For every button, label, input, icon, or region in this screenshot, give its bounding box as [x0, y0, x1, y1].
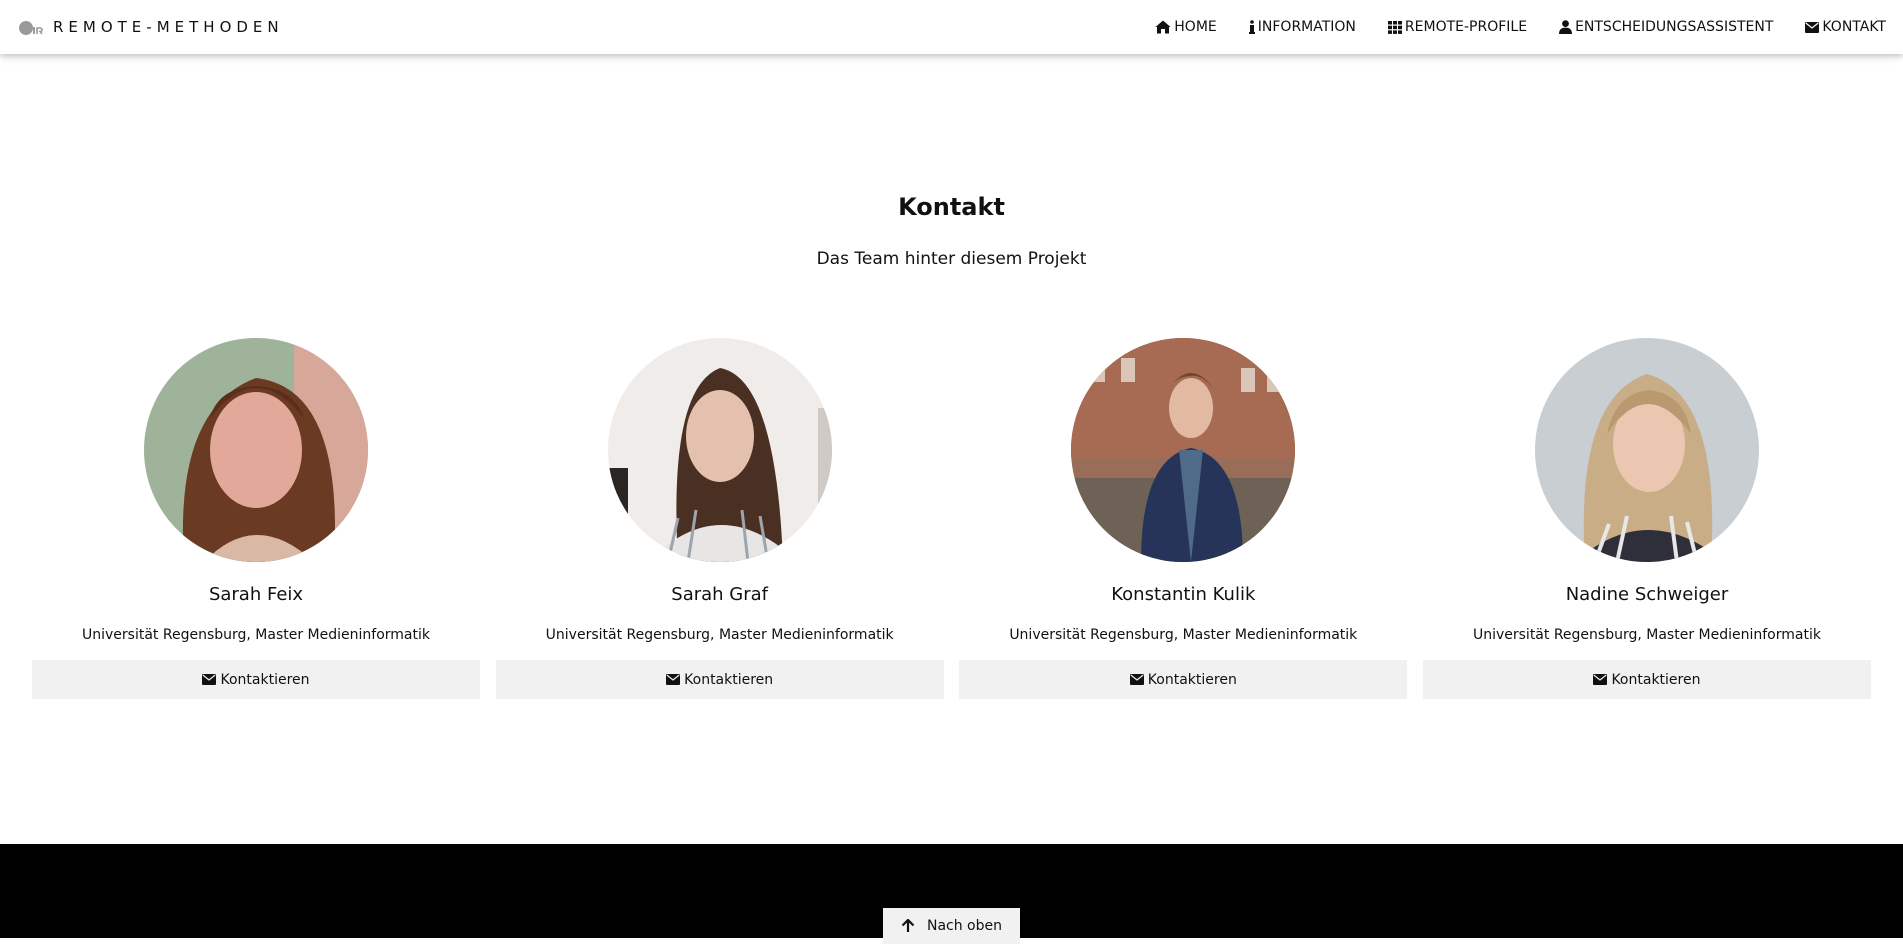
grid-icon [1387, 20, 1402, 34]
nav-remote-profile[interactable]: REMOTE-PROFILE [1387, 19, 1528, 35]
ur-logo-icon [18, 17, 44, 37]
back-to-top-label: Nach oben [926, 918, 1002, 934]
nav-remote-profile-label: REMOTE-PROFILE [1404, 19, 1528, 35]
member-name: Sarah Feix [208, 584, 304, 605]
member-role: Universität Regensburg, Master Medieninf… [545, 627, 894, 643]
contact-button-label: Kontaktieren [684, 671, 774, 688]
avatar [1071, 338, 1296, 562]
nav-home[interactable]: HOME [1155, 19, 1217, 35]
envelope-icon [1129, 674, 1144, 685]
team-card: Sarah Feix Universität Regensburg, Maste… [32, 338, 480, 699]
member-name: Sarah Graf [671, 584, 769, 605]
contact-button[interactable]: Kontaktieren [1422, 660, 1871, 699]
contact-button[interactable]: Kontaktieren [495, 660, 944, 699]
team-card: Konstantin Kulik Universität Regensburg,… [959, 338, 1408, 699]
contact-button[interactable]: Kontaktieren [32, 660, 480, 699]
contact-button-label: Kontaktieren [1147, 671, 1237, 688]
member-role: Universität Regensburg, Master Medieninf… [82, 627, 430, 643]
page-subtitle: Das Team hinter diesem Projekt [816, 249, 1087, 269]
envelope-icon [666, 674, 681, 685]
envelope-icon [202, 674, 217, 685]
member-name: Konstantin Kulik [1111, 584, 1256, 605]
brand-title: REMOTE-METHODEN [53, 18, 284, 36]
team-card: Nadine Schweiger Universität Regensburg,… [1422, 338, 1871, 699]
home-icon [1155, 20, 1171, 34]
nav-entscheidungsassistent[interactable]: ENTSCHEIDUNGSASSISTENT [1559, 19, 1773, 35]
team-card: Sarah Graf Universität Regensburg, Maste… [495, 338, 944, 699]
nav-information-label: INFORMATION [1257, 19, 1356, 35]
avatar [1534, 338, 1759, 562]
avatar [144, 338, 368, 562]
member-name: Nadine Schweiger [1565, 584, 1729, 605]
brand-link[interactable]: REMOTE-METHODEN [18, 0, 284, 54]
member-role: Universität Regensburg, Master Medieninf… [1472, 627, 1821, 643]
top-navbar: REMOTE-METHODEN HOME INFORMATION REMOTE-… [0, 0, 1903, 54]
page-title: Kontakt [898, 193, 1005, 221]
contact-button-label: Kontaktieren [220, 671, 310, 688]
envelope-icon [1593, 674, 1608, 685]
arrow-up-icon [901, 919, 915, 932]
avatar [607, 338, 832, 562]
nav-information[interactable]: INFORMATION [1248, 19, 1356, 35]
back-to-top-button[interactable]: Nach oben [883, 908, 1020, 944]
nav-kontakt[interactable]: KONTAKT [1805, 19, 1886, 35]
member-role: Universität Regensburg, Master Medieninf… [1009, 627, 1358, 643]
contact-button[interactable]: Kontaktieren [959, 660, 1408, 699]
nav-kontakt-label: KONTAKT [1822, 19, 1886, 35]
nav-home-label: HOME [1174, 19, 1217, 35]
user-icon [1559, 20, 1573, 34]
team-grid: Sarah Feix Universität Regensburg, Maste… [32, 338, 1871, 699]
contact-button-label: Kontaktieren [1611, 671, 1701, 688]
envelope-icon [1805, 21, 1820, 33]
info-icon [1248, 20, 1255, 34]
nav-entscheidungsassistent-label: ENTSCHEIDUNGSASSISTENT [1575, 19, 1774, 35]
main-navigation: HOME INFORMATION REMOTE-PROFILE ENTSCHEI… [1155, 0, 1886, 54]
